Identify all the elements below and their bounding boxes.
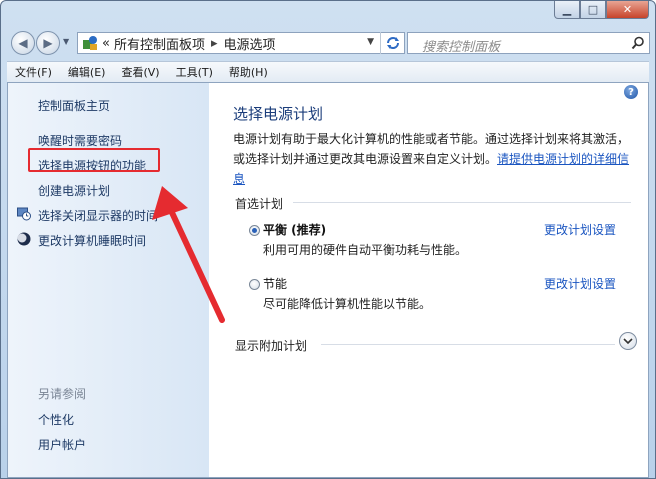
- help-icon: ?: [628, 86, 634, 98]
- menu-tools[interactable]: 工具(T): [176, 64, 213, 80]
- search-box[interactable]: 搜索控制面板: [407, 32, 650, 55]
- window: ▁ □ ✕ ◀ ▶ ▼ « 所有控制面板项 ▸ 电源选项 ▼ 搜索控制面板 文件…: [0, 0, 656, 479]
- additional-plans-divider: [321, 344, 615, 345]
- plan-power-saver-name[interactable]: 节能: [263, 275, 287, 292]
- section-divider: [293, 202, 631, 203]
- sidebar-item-sleep-time[interactable]: 更改计算机睡眠时间: [38, 232, 146, 249]
- plan-power-saver-desc: 尽可能降低计算机性能以节能。: [263, 297, 432, 311]
- monitor-clock-icon: [17, 207, 31, 221]
- page-description: 电源计划有助于最大化计算机的性能或者节能。通过选择计划来将其激活，或选择计划并通…: [233, 129, 633, 189]
- breadcrumb-all-items[interactable]: 所有控制面板项: [114, 34, 205, 53]
- menu-edit[interactable]: 编辑(E): [68, 64, 106, 80]
- breadcrumb-separator[interactable]: ▸: [211, 36, 218, 51]
- plan-power-saver-change-settings-link[interactable]: 更改计划设置: [544, 275, 616, 292]
- chevron-down-icon: [623, 338, 633, 345]
- menu-file[interactable]: 文件(F): [15, 64, 52, 80]
- menu-view[interactable]: 查看(V): [121, 64, 159, 80]
- content-area: 控制面板主页 唤醒时需要密码 选择电源按钮的功能 创建电源计划 选择关闭显示器的…: [7, 82, 649, 478]
- annotation-red-arrow: [152, 186, 225, 323]
- show-additional-plans-label[interactable]: 显示附加计划: [235, 337, 307, 354]
- annotation-highlight-box: [28, 148, 160, 172]
- sidebar-item-wakeup-password[interactable]: 唤醒时需要密码: [38, 132, 122, 149]
- search-placeholder: 搜索控制面板: [422, 40, 501, 55]
- caption-buttons: ▁ □ ✕: [554, 1, 649, 19]
- expand-additional-plans-button[interactable]: [619, 332, 637, 350]
- address-dropdown-icon[interactable]: ▼: [367, 37, 374, 47]
- see-also-heading: 另请参阅: [38, 387, 87, 401]
- plan-balanced-radio[interactable]: [249, 225, 260, 236]
- sidebar-home-link[interactable]: 控制面板主页: [38, 97, 110, 114]
- forward-button[interactable]: ▶: [36, 31, 60, 55]
- recent-pages-dropdown[interactable]: ▼: [63, 37, 69, 46]
- minimize-button[interactable]: ▁: [554, 1, 580, 19]
- address-prefix[interactable]: «: [102, 36, 110, 51]
- sidebar-item-create-plan[interactable]: 创建电源计划: [38, 182, 110, 199]
- main-panel: ? 选择电源计划 电源计划有助于最大化计算机的性能或者节能。通过选择计划来将其激…: [209, 83, 648, 477]
- plan-balanced-change-settings-link[interactable]: 更改计划设置: [544, 221, 616, 238]
- help-button[interactable]: ?: [624, 85, 638, 99]
- sidebar-item-personalization[interactable]: 个性化: [38, 411, 74, 428]
- menu-help[interactable]: 帮助(H): [229, 64, 268, 80]
- sidebar-item-user-accounts[interactable]: 用户帐户: [38, 436, 86, 453]
- moon-icon: [17, 232, 31, 246]
- navigation-bar: ◀ ▶ ▼ « 所有控制面板项 ▸ 电源选项 ▼ 搜索控制面板: [9, 29, 650, 59]
- back-button[interactable]: ◀: [11, 31, 35, 55]
- plan-balanced-name[interactable]: 平衡 (推荐): [263, 221, 326, 238]
- close-button[interactable]: ✕: [606, 1, 649, 19]
- menu-bar: 文件(F) 编辑(E) 查看(V) 工具(T) 帮助(H): [7, 61, 649, 82]
- refresh-icon: [386, 37, 399, 49]
- refresh-button[interactable]: [380, 32, 404, 54]
- forward-arrow-icon: ▶: [43, 36, 53, 50]
- maximize-button[interactable]: □: [580, 1, 606, 19]
- address-bar[interactable]: « 所有控制面板项 ▸ 电源选项 ▼: [77, 32, 405, 54]
- search-icon[interactable]: [631, 36, 645, 50]
- control-panel-icon: [83, 36, 97, 50]
- preferred-plans-label: 首选计划: [235, 197, 284, 211]
- plan-balanced-desc: 利用可用的硬件自动平衡功耗与性能。: [263, 243, 468, 257]
- page-title: 选择电源计划: [233, 105, 324, 123]
- breadcrumb-power-options[interactable]: 电源选项: [224, 34, 276, 53]
- back-arrow-icon: ◀: [18, 36, 28, 50]
- sidebar-item-display-off-time[interactable]: 选择关闭显示器的时间: [38, 207, 158, 224]
- plan-power-saver-radio[interactable]: [249, 279, 260, 290]
